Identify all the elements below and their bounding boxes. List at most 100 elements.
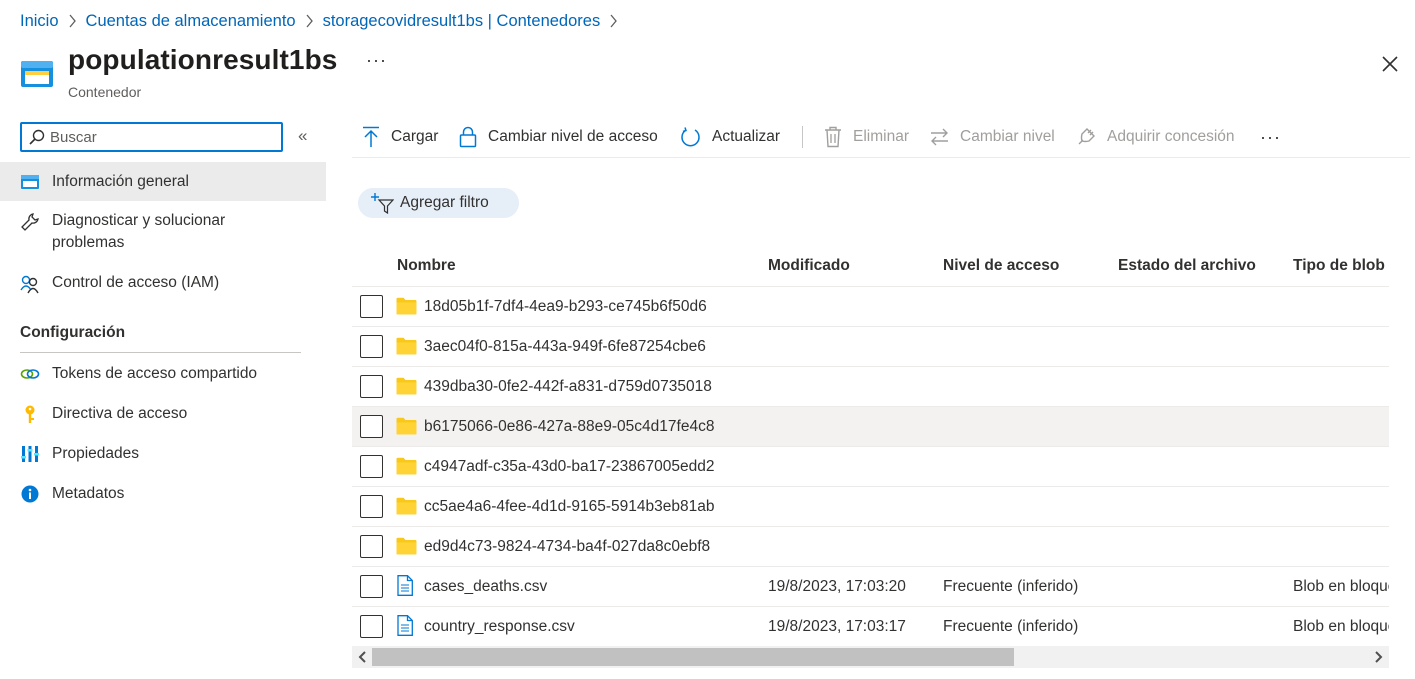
page-subtitle: Contenedor (68, 84, 142, 100)
blob-table: Nombre Modificado Nivel de acceso Estado… (352, 248, 1389, 644)
acquire-lease-button[interactable]: Adquirir concesión (1076, 120, 1235, 154)
table-row[interactable]: 439dba30-0fe2-442f-a831-d759d0735018 (352, 367, 1389, 407)
sidebar-item-iam[interactable]: Control de acceso (IAM) (0, 266, 326, 302)
folder-icon (396, 297, 417, 315)
row-access-tier: Frecuente (inferido) (943, 618, 1079, 635)
search-box[interactable] (20, 122, 283, 152)
sidebar-item-label: Directiva de acceso (52, 405, 188, 422)
sidebar-item-overview[interactable]: Información general (0, 162, 326, 201)
row-modified: 19/8/2023, 17:03:17 (768, 618, 906, 635)
more-options-button[interactable]: ··· (366, 50, 387, 71)
upload-button[interactable]: Cargar (362, 120, 438, 154)
table-row[interactable]: cc5ae4a6-4fee-4d1d-9165-5914b3eb81ab (352, 487, 1389, 527)
acquire-lease-label: Adquirir concesión (1107, 128, 1235, 145)
sidebar-item-label: Tokens de acceso compartido (52, 365, 258, 382)
sidebar-item-label: Información general (52, 173, 189, 190)
change-access-level-button[interactable]: Cambiar nivel de acceso (459, 120, 658, 154)
overview-icon (20, 172, 40, 192)
horizontal-scrollbar[interactable] (352, 646, 1389, 668)
scroll-left-icon[interactable] (356, 650, 370, 664)
row-name[interactable]: c4947adf-c35a-43d0-ba17-23867005edd2 (424, 458, 714, 476)
table-row[interactable]: ed9d4c73-9824-4734-ba4f-027da8c0ebf8 (352, 527, 1389, 567)
row-name[interactable]: cases_deaths.csv (424, 578, 547, 596)
breadcrumb-containers[interactable]: storagecovidresult1bs | Contenedores (323, 12, 601, 31)
row-checkbox[interactable] (360, 415, 383, 438)
column-header-access-tier[interactable]: Nivel de acceso (943, 257, 1059, 275)
table-row[interactable]: 3aec04f0-815a-443a-949f-6fe87254cbe6 (352, 327, 1389, 367)
refresh-label: Actualizar (712, 128, 781, 145)
lock-icon (459, 126, 477, 148)
sidebar-item-properties[interactable]: Propiedades (0, 442, 326, 468)
row-checkbox[interactable] (360, 335, 383, 358)
row-checkbox[interactable] (360, 495, 383, 518)
row-blob-type: Blob en bloques (1293, 578, 1389, 595)
page-title: populationresult1bs (68, 44, 338, 75)
table-row[interactable]: cases_deaths.csv 19/8/2023, 17:03:20 Frecu… (352, 567, 1389, 607)
column-header-name[interactable]: Nombre (397, 257, 456, 275)
table-row[interactable]: c4947adf-c35a-43d0-ba17-23867005edd2 (352, 447, 1389, 487)
file-icon (396, 615, 417, 636)
delete-button[interactable]: Eliminar (824, 120, 909, 154)
row-checkbox[interactable] (360, 375, 383, 398)
breadcrumb: Inicio Cuentas de almacenamiento storage… (20, 10, 627, 32)
add-filter-button[interactable]: Agregar filtro (358, 188, 519, 218)
breadcrumb-storage-accounts[interactable]: Cuentas de almacenamiento (86, 12, 296, 31)
sidebar-item-label: Control de acceso (IAM) (52, 274, 220, 291)
key-icon (20, 404, 40, 424)
scroll-right-icon[interactable] (1371, 650, 1385, 664)
scrollbar-thumb[interactable] (372, 648, 1014, 666)
change-access-level-label: Cambiar nivel de acceso (488, 128, 658, 145)
row-name[interactable]: 439dba30-0fe2-442f-a831-d759d0735018 (424, 378, 712, 396)
table-row[interactable]: 18d05b1f-7df4-4ea9-b293-ce745b6f50d6 (352, 287, 1389, 327)
close-icon (1382, 56, 1398, 72)
sidebar-item-metadata[interactable]: Metadatos (0, 482, 326, 508)
row-blob-type: Blob en bloques (1293, 618, 1389, 635)
row-checkbox[interactable] (360, 295, 383, 318)
breadcrumb-home[interactable]: Inicio (20, 12, 59, 31)
folder-icon (396, 337, 417, 355)
properties-icon (20, 444, 40, 464)
upload-icon (363, 126, 379, 147)
table-row[interactable]: b6175066-0e86-427a-88e9-05c4d17fe4c8 (352, 407, 1389, 447)
refresh-button[interactable]: Actualizar (680, 120, 780, 154)
row-name[interactable]: ed9d4c73-9824-4734-ba4f-027da8c0ebf8 (424, 538, 710, 556)
search-input[interactable] (50, 128, 270, 146)
collapse-sidebar-button[interactable]: « (298, 126, 318, 146)
column-header-archive-status[interactable]: Estado del archivo (1118, 257, 1256, 275)
close-button[interactable] (1378, 52, 1402, 76)
sidebar-item-diagnose[interactable]: Diagnosticar y solucionar problemas (0, 205, 326, 261)
column-header-blob-type[interactable]: Tipo de blob (1293, 257, 1385, 275)
sidebar-item-sas-tokens[interactable]: Tokens de acceso compartido (0, 362, 326, 388)
change-tier-button[interactable]: Cambiar nivel (930, 120, 1055, 154)
row-modified: 19/8/2023, 17:03:20 (768, 578, 906, 595)
sidebar-item-access-policy[interactable]: Directiva de acceso (0, 402, 326, 428)
divider (20, 352, 301, 353)
row-checkbox[interactable] (360, 575, 383, 598)
more-commands-button[interactable]: ··· (1260, 120, 1281, 154)
sidebar-item-label: Propiedades (52, 445, 140, 462)
row-name[interactable]: b6175066-0e86-427a-88e9-05c4d17fe4c8 (424, 418, 714, 436)
add-filter-icon (371, 193, 394, 214)
column-header-modified[interactable]: Modificado (768, 257, 850, 275)
row-checkbox[interactable] (360, 535, 383, 558)
refresh-icon (681, 126, 700, 146)
row-name[interactable]: country_response.csv (424, 618, 575, 636)
delete-label: Eliminar (853, 128, 909, 145)
row-name[interactable]: 18d05b1f-7df4-4ea9-b293-ce745b6f50d6 (424, 298, 707, 316)
link-icon (20, 364, 40, 384)
row-name[interactable]: cc5ae4a6-4fee-4d1d-9165-5914b3eb81ab (424, 498, 714, 516)
table-row[interactable]: country_response.csv 19/8/2023, 17:03:17 F… (352, 607, 1389, 644)
toolbar-divider (802, 126, 803, 148)
chevron-right-icon (609, 14, 618, 28)
divider (352, 157, 1410, 158)
double-chevron-left-icon: « (298, 126, 308, 145)
row-checkbox[interactable] (360, 615, 383, 638)
row-access-tier: Frecuente (inferido) (943, 578, 1079, 595)
row-checkbox[interactable] (360, 455, 383, 478)
swap-arrows-icon (931, 128, 948, 146)
chevron-right-icon (305, 14, 314, 28)
row-name[interactable]: 3aec04f0-815a-443a-949f-6fe87254cbe6 (424, 338, 706, 356)
plug-icon (1078, 128, 1095, 145)
file-icon (396, 575, 417, 596)
table-header: Nombre Modificado Nivel de acceso Estado… (352, 248, 1389, 287)
